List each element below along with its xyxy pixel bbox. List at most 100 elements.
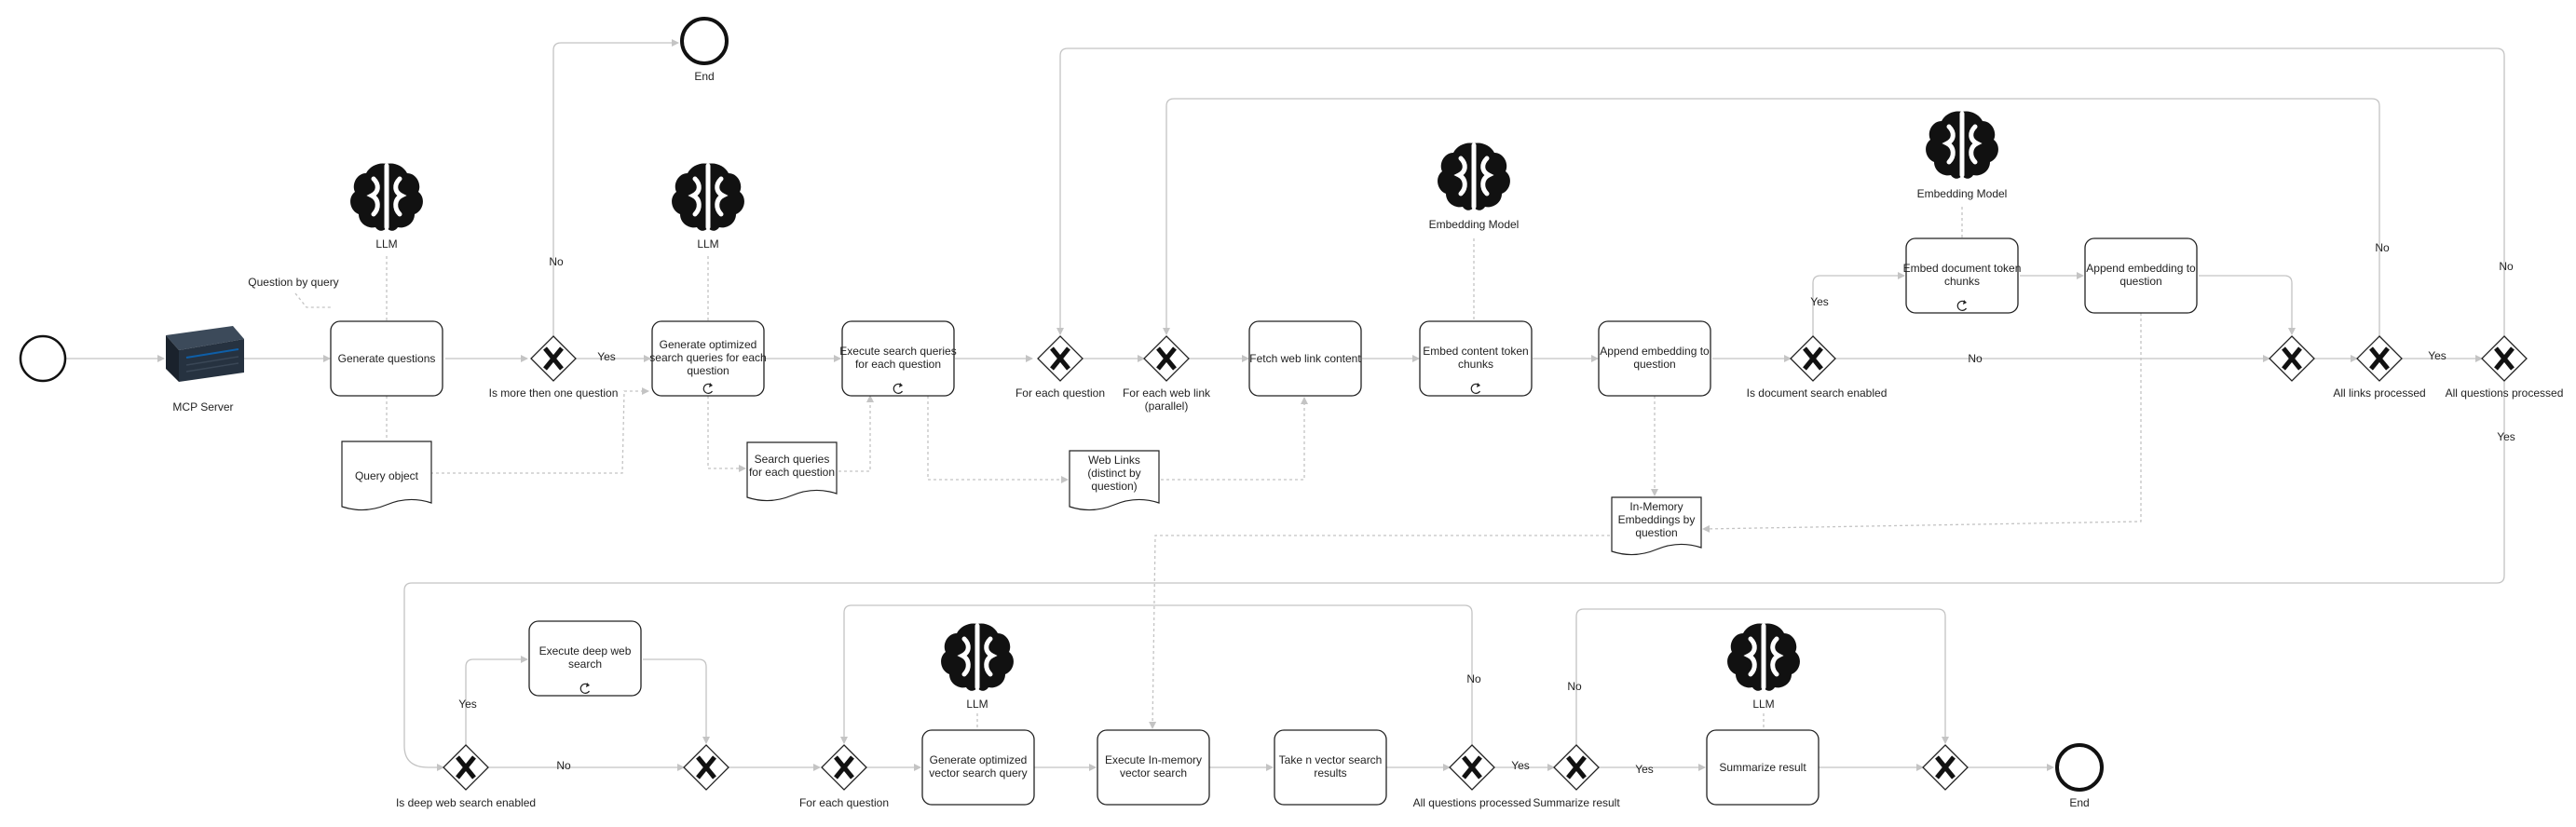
task-embed-document-token-chunks[interactable]: Embed document token chunks xyxy=(1903,237,2022,314)
task-append-embedding-1[interactable]: Append embedding to question xyxy=(1598,320,1711,397)
question-by-query-label: Question by query xyxy=(248,276,338,289)
flow-label-no: No xyxy=(1466,672,1481,685)
task-fetch-web-link-content[interactable]: Fetch web link content xyxy=(1248,320,1362,397)
gateway-label: For each question xyxy=(799,796,889,809)
label-line: All links processed xyxy=(2333,386,2425,400)
label-line: Embed content token xyxy=(1423,345,1528,358)
label-line: search queries for each xyxy=(649,351,766,364)
flow-label-yes: Yes xyxy=(1511,759,1530,772)
process-diagram: End End MCP Server Question by query LLM… xyxy=(19,17,2564,809)
flow-label-no: No xyxy=(556,759,571,772)
mcp-server-icon[interactable] xyxy=(166,326,244,382)
label-line: Generate optimized xyxy=(660,338,757,351)
task-generate-optimized-vector-query[interactable]: Generate optimized vector search query xyxy=(921,729,1035,806)
gateway-label: All links processed xyxy=(2333,386,2425,400)
document-in-memory-embeddings[interactable]: In-Memory Embeddings by question xyxy=(1611,496,1702,556)
label-line: Summarize result xyxy=(1719,761,1806,774)
task-execute-search-queries[interactable]: Execute search queries for each question xyxy=(839,320,957,397)
flow-label-yes: Yes xyxy=(458,698,477,711)
task-append-embedding-2[interactable]: Append embedding to question xyxy=(2084,237,2198,314)
task-label: Fetch web link content xyxy=(1249,352,1361,365)
label-line: question xyxy=(1635,526,1677,539)
flow-label-no: No xyxy=(2499,260,2514,273)
task-embed-content-token-chunks[interactable]: Embed content token chunks xyxy=(1419,320,1533,397)
document-query-object[interactable]: Query object xyxy=(341,441,432,511)
end-event-top[interactable] xyxy=(680,17,729,65)
gateway-label: All questions processed xyxy=(2446,386,2564,400)
label-line: All questions processed xyxy=(1413,796,1532,809)
flow-label-yes: Yes xyxy=(1635,763,1654,776)
label-line: Is more then one question xyxy=(489,386,619,400)
gateway-label: All questions processed xyxy=(1413,796,1532,809)
flow-label-no: No xyxy=(549,255,564,268)
gateway-doc-merge[interactable] xyxy=(2269,336,2314,381)
task-execute-in-memory-vector-search[interactable]: Execute In-memory vector search xyxy=(1097,729,1210,806)
label-line: All questions processed xyxy=(2446,386,2564,400)
label-line: Append embedding to xyxy=(1600,345,1710,358)
embedding-brain-icon-2 xyxy=(1926,111,1998,178)
label-line: (parallel) xyxy=(1145,400,1189,413)
task-summarize-result[interactable]: Summarize result xyxy=(1706,729,1820,806)
end-label-bottom: End xyxy=(2069,796,2089,809)
gateway-more-than-one-question[interactable] xyxy=(531,336,576,381)
gateway-deep-web-merge[interactable] xyxy=(684,745,729,790)
gateway-label: Is deep web search enabled xyxy=(396,796,536,809)
gateway-for-each-web-link[interactable] xyxy=(1144,336,1189,381)
gateway-summarize-result[interactable] xyxy=(1554,745,1599,790)
label-line: Execute search queries xyxy=(839,345,956,358)
gateway-all-links-processed[interactable] xyxy=(2357,336,2402,381)
gateway-final-merge[interactable] xyxy=(1923,745,1968,790)
document-label: Search queries for each question xyxy=(749,453,835,479)
flow-label-no: No xyxy=(1968,352,1983,365)
llm-label-3: LLM xyxy=(966,698,988,711)
label-line: (distinct by xyxy=(1087,467,1140,480)
task-label: Generate questions xyxy=(338,352,436,365)
llm-brain-icon-2 xyxy=(672,163,744,230)
document-web-links[interactable]: Web Links (distinct by question) xyxy=(1069,450,1160,511)
gateway-doc-search-enabled[interactable] xyxy=(1791,336,1835,381)
start-event[interactable] xyxy=(19,334,67,383)
document-label: Query object xyxy=(355,469,419,482)
flow-label-no: No xyxy=(1567,680,1582,693)
gateway-deep-web-search-enabled[interactable] xyxy=(443,745,488,790)
task-take-n-vector-search-results[interactable]: Take n vector search results xyxy=(1274,729,1387,806)
document-label: Web Links (distinct by question) xyxy=(1087,454,1140,493)
llm-brain-icon-1 xyxy=(350,163,423,230)
gateway-all-questions-processed[interactable] xyxy=(2482,336,2527,381)
label-line: for each question xyxy=(749,466,835,479)
embedding-brain-icon-1 xyxy=(1438,142,1510,210)
task-label: Generate optimized vector search query xyxy=(929,753,1027,780)
label-line: question) xyxy=(1091,480,1137,493)
label-line: For each question xyxy=(799,796,889,809)
sequence-flows xyxy=(65,39,2505,771)
flow-label-yes: Yes xyxy=(1810,295,1829,308)
label-line: Summarize result xyxy=(1533,796,1620,809)
label-line: Execute In-memory xyxy=(1105,753,1202,766)
document-search-queries[interactable]: Search queries for each question xyxy=(746,441,838,502)
label-line: search xyxy=(568,658,602,671)
label-line: question xyxy=(1633,358,1675,371)
task-generate-optimized-search-queries[interactable]: Generate optimized search queries for eac… xyxy=(649,320,767,397)
mcp-server-label: MCP Server xyxy=(172,400,233,414)
gateway-all-questions-processed-2[interactable] xyxy=(1450,745,1494,790)
task-label: Execute search queries for each question xyxy=(839,345,956,371)
label-line: question xyxy=(687,364,729,377)
label-line: Is deep web search enabled xyxy=(396,796,536,809)
label-line: Query object xyxy=(355,469,419,482)
flow-label-no: No xyxy=(2375,241,2390,254)
gateway-for-each-question[interactable] xyxy=(1038,336,1083,381)
label-line: for each question xyxy=(855,358,941,371)
label-line: Web Links xyxy=(1088,454,1140,467)
embedding-label-2: Embedding Model xyxy=(1917,187,2008,200)
flow-label-yes: Yes xyxy=(2428,349,2447,362)
task-generate-questions[interactable]: Generate questions xyxy=(330,320,443,397)
gateway-for-each-question-2[interactable] xyxy=(822,745,866,790)
gateway-label: For each question xyxy=(1015,386,1105,400)
label-line: Generate optimized xyxy=(930,753,1028,766)
llm-label-1: LLM xyxy=(375,237,397,251)
end-event-bottom[interactable] xyxy=(2055,743,2104,792)
embedding-label-1: Embedding Model xyxy=(1429,218,1520,231)
llm-label-4: LLM xyxy=(1752,698,1774,711)
task-execute-deep-web-search[interactable]: Execute deep web search xyxy=(528,620,642,697)
llm-brain-icon-3 xyxy=(941,623,1014,690)
